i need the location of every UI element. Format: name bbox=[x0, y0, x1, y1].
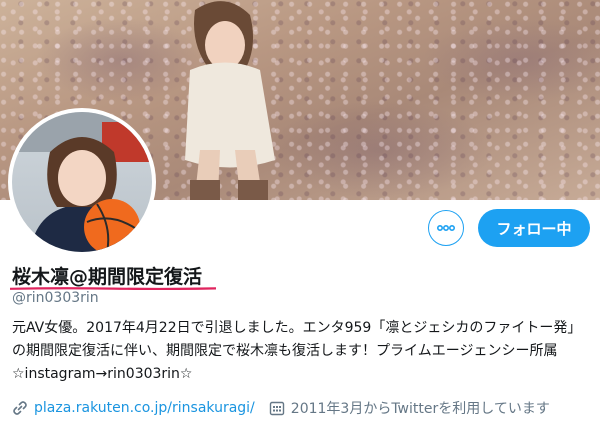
avatar-photo bbox=[12, 112, 152, 252]
more-button[interactable] bbox=[428, 210, 464, 246]
display-name: 桜木凛@期間限定復活 bbox=[12, 266, 203, 288]
handle: @rin0303rin bbox=[12, 290, 99, 306]
calendar-icon bbox=[269, 401, 284, 416]
banner-person-image bbox=[185, 1, 275, 200]
profile-meta: plaza.rakuten.co.jp/rinsakuragi/ 2011年3月… bbox=[12, 398, 550, 418]
bio: 元AV女優。2017年4月22日で引退しました。エンタ959「凛とジェシカのファ… bbox=[12, 320, 582, 382]
following-button-label: フォロー中 bbox=[496, 219, 572, 238]
avatar[interactable] bbox=[8, 108, 156, 256]
joined-date: 2011年3月からTwitterを利用しています bbox=[290, 401, 550, 417]
more-dots-icon bbox=[437, 225, 455, 231]
following-button[interactable]: フォロー中 bbox=[478, 209, 590, 247]
website-link[interactable]: plaza.rakuten.co.jp/rinsakuragi/ bbox=[34, 400, 255, 416]
link-icon bbox=[13, 401, 27, 415]
